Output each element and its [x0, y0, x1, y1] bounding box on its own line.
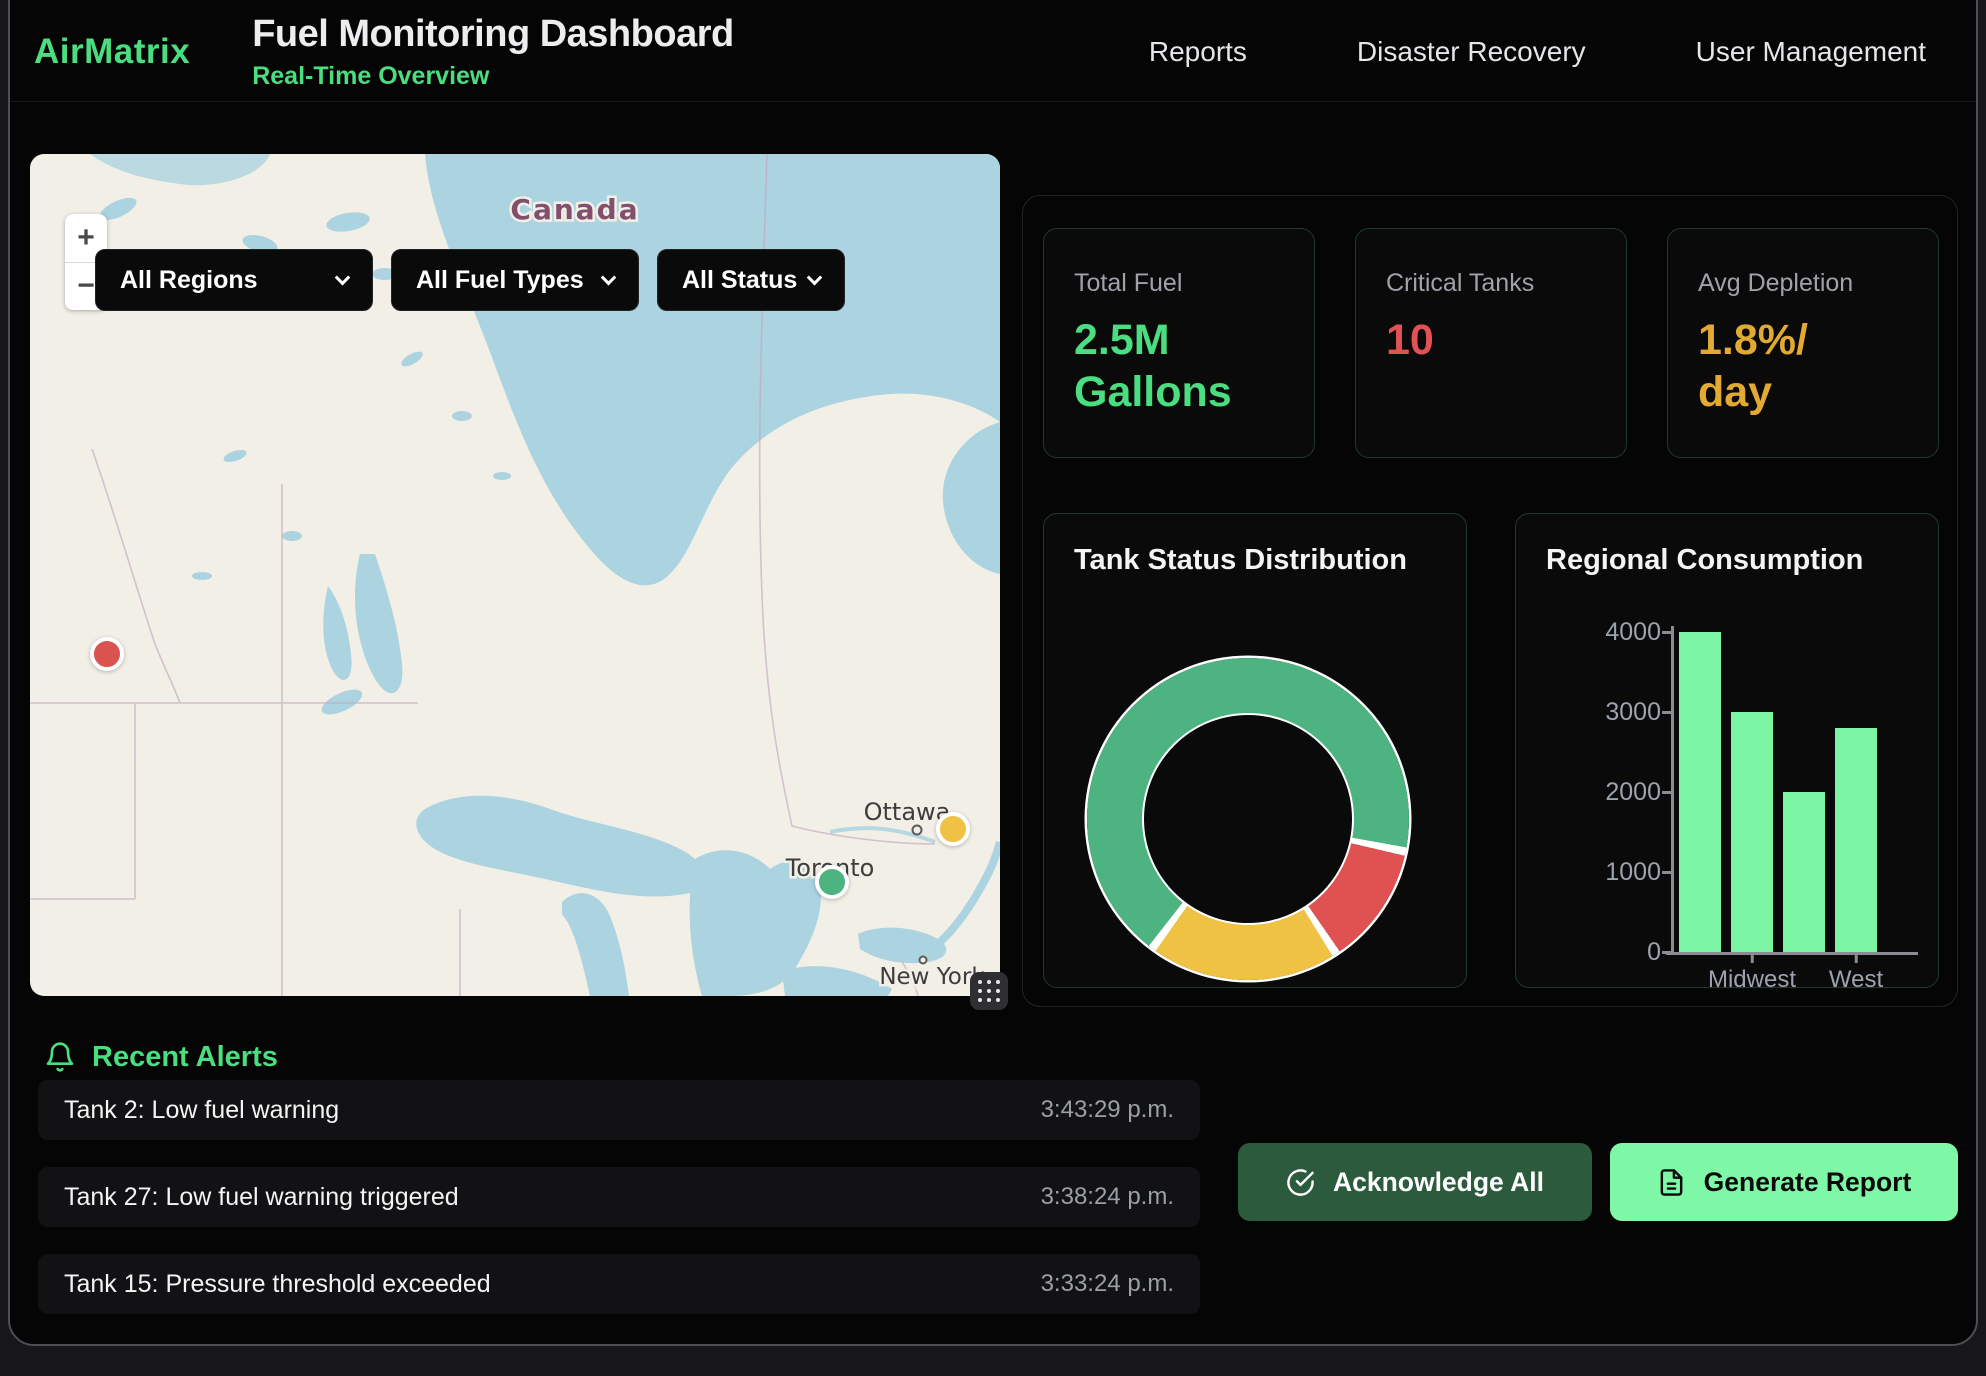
donut-chart: [1087, 658, 1409, 980]
stat-value-line: Gallons: [1074, 366, 1284, 418]
bar-plot: [1673, 632, 1916, 952]
alert-row[interactable]: Tank 15: Pressure threshold exceeded 3:3…: [38, 1254, 1200, 1314]
acknowledge-all-button[interactable]: Acknowledge All: [1238, 1143, 1592, 1221]
alert-time: 3:33:24 p.m.: [1041, 1270, 1174, 1298]
bar-x-label-0: Midwest: [1708, 966, 1796, 994]
title-block: Fuel Monitoring Dashboard Real-Time Over…: [252, 13, 733, 91]
page-title: Fuel Monitoring Dashboard: [252, 13, 733, 56]
status-filter-value: All Status: [682, 266, 797, 295]
map-label-canada: Canada: [510, 193, 639, 226]
regional-consumption-card: Regional Consumption 4000 3000 2000 1000…: [1515, 513, 1939, 988]
header: AirMatrix Fuel Monitoring Dashboard Real…: [10, 2, 1976, 102]
y-tick-label: 1000: [1521, 858, 1661, 887]
map-filters: All Regions All Fuel Types All Status: [95, 249, 845, 311]
chevron-down-icon: [601, 269, 617, 285]
stat-value-line: 2.5M: [1074, 314, 1284, 366]
check-circle-icon: [1286, 1168, 1315, 1197]
y-tick-label: 4000: [1521, 618, 1661, 647]
status-filter-select[interactable]: All Status: [657, 249, 845, 311]
town-dot-new-york: [920, 957, 927, 964]
map-marker-1[interactable]: [936, 812, 970, 846]
stat-avg-depletion: Avg Depletion 1.8%/ day: [1667, 228, 1939, 458]
main-nav: Reports Disaster Recovery User Managemen…: [1149, 36, 1926, 68]
fuel-type-filter-select[interactable]: All Fuel Types: [391, 249, 639, 311]
stat-label: Total Fuel: [1074, 269, 1284, 298]
stat-value-line: 10: [1386, 314, 1596, 366]
bell-icon: [44, 1040, 76, 1074]
map-marker-2[interactable]: [815, 865, 849, 899]
bar-2: [1783, 792, 1825, 952]
stat-label: Critical Tanks: [1386, 269, 1596, 298]
chevron-down-icon: [335, 269, 351, 285]
region-filter-value: All Regions: [120, 266, 258, 295]
stat-critical-tanks: Critical Tanks 10: [1355, 228, 1627, 458]
acknowledge-all-label: Acknowledge All: [1333, 1167, 1544, 1198]
app-frame: AirMatrix Fuel Monitoring Dashboard Real…: [8, 0, 1978, 1346]
page-subtitle: Real-Time Overview: [252, 62, 733, 91]
map-resize-handle[interactable]: [970, 972, 1008, 1010]
nav-disaster-recovery[interactable]: Disaster Recovery: [1357, 36, 1586, 68]
x-axis: [1666, 952, 1918, 955]
bar-chart: 4000 3000 2000 1000 0 Midwest West: [1516, 514, 1938, 987]
tank-status-card: Tank Status Distribution: [1043, 513, 1467, 988]
region-filter-select[interactable]: All Regions: [95, 249, 373, 311]
stat-cards: Total Fuel 2.5M Gallons Critical Tanks 1…: [1043, 228, 1939, 458]
bar-x-label-1: West: [1829, 966, 1883, 994]
alert-message: Tank 15: Pressure threshold exceeded: [64, 1270, 491, 1299]
alert-time: 3:43:29 p.m.: [1041, 1096, 1174, 1124]
nav-reports[interactable]: Reports: [1149, 36, 1247, 68]
chevron-down-icon: [807, 269, 823, 285]
alert-message: Tank 27: Low fuel warning triggered: [64, 1183, 459, 1212]
y-tick-label: 2000: [1521, 778, 1661, 807]
alerts-header: Recent Alerts: [44, 1040, 278, 1074]
generate-report-button[interactable]: Generate Report: [1610, 1143, 1958, 1221]
generate-report-label: Generate Report: [1704, 1167, 1912, 1198]
file-text-icon: [1657, 1168, 1686, 1197]
map-marker-0[interactable]: [90, 637, 124, 671]
chart-title: Tank Status Distribution: [1074, 544, 1436, 577]
stat-value-line: 1.8%/: [1698, 314, 1908, 366]
stat-label: Avg Depletion: [1698, 269, 1908, 298]
bar-0: [1679, 632, 1721, 952]
bar-x-tick-1: [1855, 954, 1858, 963]
y-tick-label: 3000: [1521, 698, 1661, 727]
stat-value-line: day: [1698, 366, 1908, 418]
chart-cards: Tank Status Distribution Regional Consum…: [1043, 513, 1939, 988]
bar-x-tick-0: [1751, 954, 1754, 963]
map-panel[interactable]: Canada Ottawa Toronto New York + − All R…: [30, 154, 1000, 996]
bar-1: [1731, 712, 1773, 952]
metrics-panel: Total Fuel 2.5M Gallons Critical Tanks 1…: [1022, 195, 1958, 1007]
fuel-type-filter-value: All Fuel Types: [416, 266, 584, 295]
nav-user-management[interactable]: User Management: [1696, 36, 1926, 68]
y-tick-label: 0: [1521, 938, 1661, 967]
alert-row[interactable]: Tank 27: Low fuel warning triggered 3:38…: [38, 1167, 1200, 1227]
town-dot-ottawa: [913, 826, 922, 835]
alerts-list: Tank 2: Low fuel warning 3:43:29 p.m. Ta…: [38, 1080, 1200, 1341]
alert-time: 3:38:24 p.m.: [1041, 1183, 1174, 1211]
bar-3: [1835, 728, 1877, 952]
alert-message: Tank 2: Low fuel warning: [64, 1096, 339, 1125]
alerts-title: Recent Alerts: [92, 1041, 278, 1074]
stat-total-fuel: Total Fuel 2.5M Gallons: [1043, 228, 1315, 458]
brand-logo: AirMatrix: [34, 32, 190, 72]
alert-row[interactable]: Tank 2: Low fuel warning 3:43:29 p.m.: [38, 1080, 1200, 1140]
